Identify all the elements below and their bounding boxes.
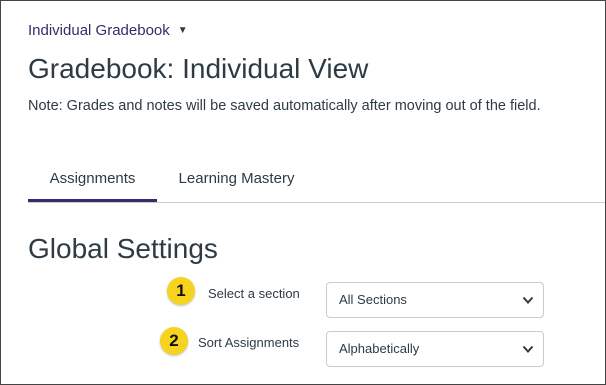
tab-assignments[interactable]: Assignments [28, 158, 157, 202]
step-badge-1: 1 [167, 277, 195, 305]
chevron-down-icon [522, 296, 534, 304]
section-select-value: All Sections [339, 292, 407, 307]
section-select[interactable]: All Sections [326, 282, 544, 318]
view-switcher-label: Individual Gradebook [28, 22, 170, 39]
tab-learning-mastery[interactable]: Learning Mastery [169, 158, 304, 202]
step-badge-2: 2 [160, 327, 188, 355]
global-settings-title: Global Settings [28, 233, 218, 264]
chevron-down-icon [522, 345, 534, 353]
gradebook-page: Individual Gradebook ▼ Gradebook: Indivi… [0, 0, 606, 385]
sort-assignments-select[interactable]: Alphabetically [326, 331, 544, 367]
caret-down-icon: ▼ [177, 25, 188, 36]
gradebook-tabs: Assignments Learning Mastery [28, 158, 605, 203]
gradebook-view-switcher[interactable]: Individual Gradebook ▼ [28, 22, 188, 39]
page-title: Gradebook: Individual View [28, 53, 369, 84]
autosave-note: Note: Grades and notes will be saved aut… [28, 98, 541, 114]
sort-select-value: Alphabetically [339, 341, 420, 356]
sort-assignments-label: Sort Assignments [198, 335, 300, 350]
select-section-label: Select a section [208, 286, 300, 301]
